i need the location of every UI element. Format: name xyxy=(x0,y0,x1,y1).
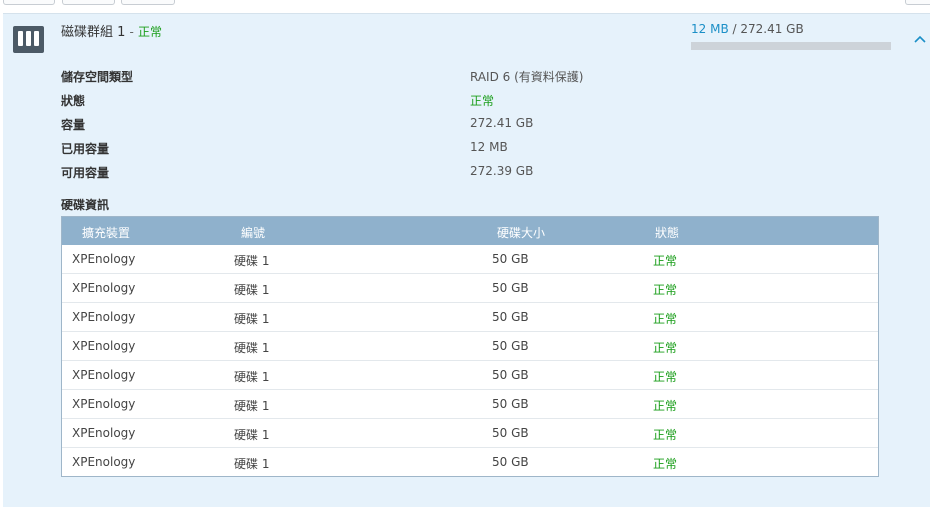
disk-table: 擴充裝置 編號 硬碟大小 狀態 XPEnology 硬碟 1 50 GB 正常 … xyxy=(61,216,879,477)
collapse-chevron xyxy=(914,35,926,43)
info-value-used: 12 MB xyxy=(470,140,508,154)
toolbar-button[interactable] xyxy=(3,0,55,5)
cell-size: 50 GB xyxy=(492,426,529,440)
disk-group-name: 磁碟群組 1 xyxy=(61,25,126,40)
cell-size: 50 GB xyxy=(492,455,529,469)
column-header-status[interactable]: 狀態 xyxy=(655,224,679,241)
total-capacity: 272.41 GB xyxy=(740,22,804,36)
toolbar-strip xyxy=(0,0,930,14)
info-label-available: 可用容量 xyxy=(61,166,110,180)
table-row[interactable]: XPEnology 硬碟 1 50 GB 正常 xyxy=(62,419,878,448)
cell-status: 正常 xyxy=(653,283,678,297)
title-separator: - xyxy=(129,25,134,39)
toolbar-button[interactable] xyxy=(62,0,115,5)
usage-separator: / xyxy=(732,22,737,36)
cell-size: 50 GB xyxy=(492,310,529,324)
disk-group-icon xyxy=(13,26,44,53)
usage-bar xyxy=(691,42,891,50)
used-capacity: 12 MB xyxy=(691,22,729,36)
disk-group-title: 磁碟群組 1 - 正常 xyxy=(61,21,162,40)
info-label-capacity: 容量 xyxy=(61,118,86,132)
table-row[interactable]: XPEnology 硬碟 1 50 GB 正常 xyxy=(62,448,878,477)
info-value-capacity: 272.41 GB xyxy=(470,116,534,130)
usage-text: 12 MB / 272.41 GB xyxy=(691,22,804,36)
toolbar-button[interactable] xyxy=(905,0,930,5)
info-label-status: 狀態 xyxy=(61,94,86,108)
column-header-device[interactable]: 擴充裝置 xyxy=(82,224,130,241)
cell-device: XPEnology xyxy=(72,455,136,469)
cell-size: 50 GB xyxy=(492,252,529,266)
cell-id: 硬碟 1 xyxy=(234,341,270,355)
cell-id: 硬碟 1 xyxy=(234,399,270,413)
chevron-up-icon[interactable] xyxy=(910,30,930,50)
cell-device: XPEnology xyxy=(72,310,136,324)
disk-group-panel: 磁碟群組 1 - 正常 12 MB / 272.41 GB 儲存空間類型 RAI… xyxy=(3,13,930,507)
table-row[interactable]: XPEnology 硬碟 1 50 GB 正常 xyxy=(62,303,878,332)
cell-size: 50 GB xyxy=(492,397,529,411)
info-value-available: 272.39 GB xyxy=(470,164,534,178)
cell-id: 硬碟 1 xyxy=(234,312,270,326)
cell-size: 50 GB xyxy=(492,281,529,295)
cell-status: 正常 xyxy=(653,428,678,442)
table-row[interactable]: XPEnology 硬碟 1 50 GB 正常 xyxy=(62,332,878,361)
cell-device: XPEnology xyxy=(72,368,136,382)
cell-device: XPEnology xyxy=(72,252,136,266)
table-row[interactable]: XPEnology 硬碟 1 50 GB 正常 xyxy=(62,361,878,390)
column-header-id[interactable]: 編號 xyxy=(241,224,265,241)
cell-size: 50 GB xyxy=(492,368,529,382)
cell-device: XPEnology xyxy=(72,339,136,353)
cell-id: 硬碟 1 xyxy=(234,254,270,268)
cell-status: 正常 xyxy=(653,457,678,471)
cell-status: 正常 xyxy=(653,312,678,326)
cell-id: 硬碟 1 xyxy=(234,283,270,297)
disk-info-title: 硬碟資訊 xyxy=(61,198,110,212)
cell-status: 正常 xyxy=(653,254,678,268)
cell-device: XPEnology xyxy=(72,281,136,295)
cell-id: 硬碟 1 xyxy=(234,370,270,384)
cell-device: XPEnology xyxy=(72,426,136,440)
cell-id: 硬碟 1 xyxy=(234,457,270,471)
info-label-type: 儲存空間類型 xyxy=(61,70,134,84)
disk-group-status: 正常 xyxy=(138,25,163,39)
table-row[interactable]: XPEnology 硬碟 1 50 GB 正常 xyxy=(62,390,878,419)
cell-device: XPEnology xyxy=(72,397,136,411)
table-row[interactable]: XPEnology 硬碟 1 50 GB 正常 xyxy=(62,245,878,274)
info-value-status: 正常 xyxy=(470,94,495,108)
table-row[interactable]: XPEnology 硬碟 1 50 GB 正常 xyxy=(62,274,878,303)
column-header-size[interactable]: 硬碟大小 xyxy=(497,224,545,241)
table-header: 擴充裝置 編號 硬碟大小 狀態 xyxy=(62,217,878,245)
cell-size: 50 GB xyxy=(492,339,529,353)
toolbar-button[interactable] xyxy=(121,0,175,5)
info-label-used: 已用容量 xyxy=(61,142,110,156)
cell-status: 正常 xyxy=(653,341,678,355)
cell-id: 硬碟 1 xyxy=(234,428,270,442)
cell-status: 正常 xyxy=(653,399,678,413)
info-value-type: RAID 6 (有資料保護) xyxy=(470,70,584,84)
cell-status: 正常 xyxy=(653,370,678,384)
